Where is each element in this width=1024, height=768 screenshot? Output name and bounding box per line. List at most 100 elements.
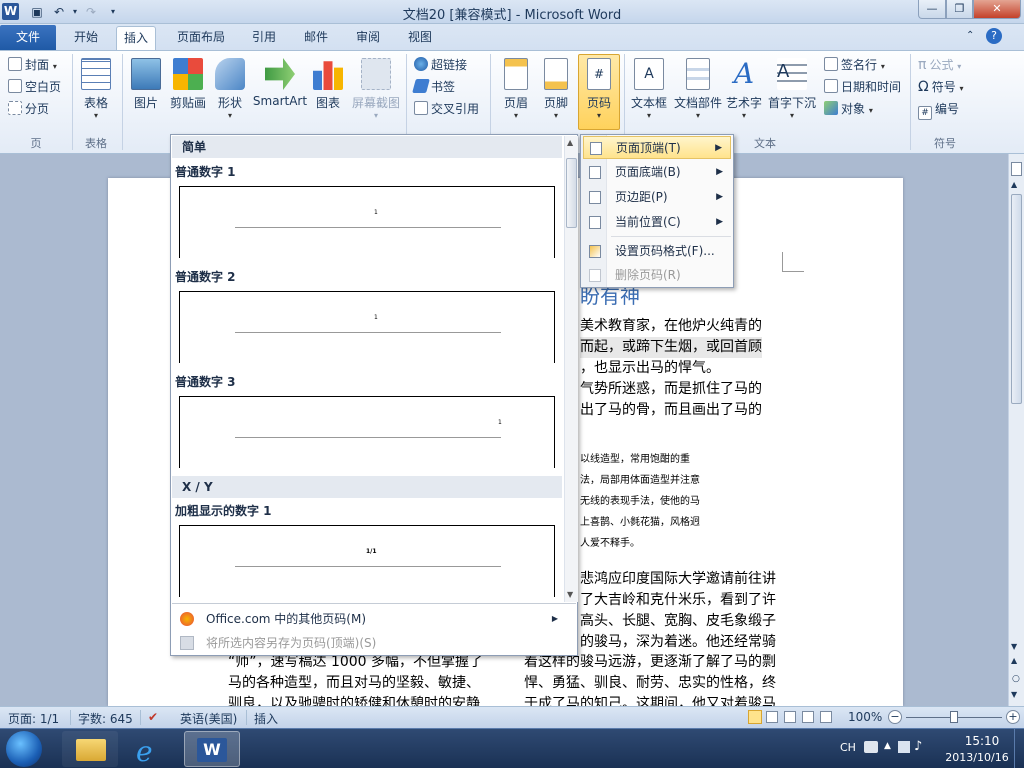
scroll-thumb[interactable] — [1011, 194, 1022, 404]
gallery-item-bold-number-1[interactable]: 1/1 — [179, 525, 555, 597]
menu-item-current-position[interactable]: 当前位置(C) ▶ — [583, 211, 731, 234]
header-button[interactable]: 页眉 ▾ — [498, 58, 534, 120]
page-number-sample: 1/1 — [366, 548, 377, 555]
page-number-button[interactable]: # 页码 ▾ — [578, 54, 620, 130]
object-button[interactable]: 对象 ▾ — [824, 99, 873, 119]
tab-view[interactable]: 视图 — [400, 26, 440, 50]
gallery-scroll-up[interactable]: ▲ — [567, 138, 573, 147]
clock-date[interactable]: 2013/10/16 — [940, 751, 1014, 764]
gallery-item-plain-number-3[interactable]: 1 — [179, 396, 555, 468]
hyperlink-button[interactable]: 超链接 — [414, 55, 467, 75]
page-number-gallery[interactable]: 简单 普通数字 1 1 普通数字 2 1 普通数字 3 1 X / Y 加粗显示… — [170, 134, 578, 656]
full-screen-view-icon[interactable] — [766, 711, 778, 723]
wordart-button[interactable]: A 艺术字 ▾ — [724, 58, 764, 121]
symbol-button[interactable]: Ω 符号 ▾ — [918, 77, 964, 97]
proofing-icon[interactable]: ✔ — [148, 710, 158, 724]
gallery-item-plain-number-2[interactable]: 1 — [179, 291, 555, 363]
cover-page-icon — [8, 57, 22, 71]
web-layout-view-icon[interactable] — [784, 711, 796, 723]
volume-icon[interactable]: ♪ — [914, 739, 922, 754]
draft-view-icon[interactable] — [820, 711, 832, 723]
menu-item-bottom-of-page[interactable]: 页面底端(B) ▶ — [583, 161, 731, 184]
network-icon[interactable] — [898, 741, 910, 753]
language-indicator[interactable]: 英语(美国) — [180, 710, 237, 727]
status-divider — [70, 710, 71, 725]
tab-page-layout[interactable]: 页面布局 — [170, 26, 232, 50]
tab-references[interactable]: 引用 — [244, 26, 284, 50]
minimize-button[interactable]: — — [918, 0, 946, 19]
gallery-scroll-thumb[interactable] — [566, 158, 577, 228]
close-button[interactable]: ✕ — [973, 0, 1021, 19]
numbering-button[interactable]: # 编号 — [918, 99, 959, 120]
word-count[interactable]: 字数: 645 — [78, 710, 133, 727]
drop-cap-button[interactable]: A 首字下沉 ▾ — [766, 58, 818, 120]
hyperlink-label: 超链接 — [431, 58, 468, 72]
next-page-icon[interactable]: ▼ — [1011, 690, 1017, 699]
quick-parts-button[interactable]: 文档部件 ▾ — [672, 58, 724, 120]
blank-page-button[interactable]: 空白页 — [8, 77, 61, 97]
date-time-button[interactable]: 日期和时间 — [824, 77, 901, 97]
text-box-button[interactable]: A 文本框 ▾ — [628, 58, 670, 120]
menu-item-top-of-page[interactable]: 页面顶端(T) ▶ — [583, 136, 731, 159]
signature-line-label: 签名行 — [841, 58, 878, 72]
body-line: ，也显示出马的悍气。 — [580, 360, 720, 376]
signature-line-button[interactable]: 签名行 ▾ — [824, 55, 885, 75]
internet-explorer-taskbar-icon[interactable]: e — [122, 731, 178, 768]
omega-icon: Ω — [918, 79, 929, 95]
print-layout-view-icon[interactable] — [748, 710, 762, 724]
tab-review[interactable]: 审阅 — [348, 26, 388, 50]
chart-button[interactable]: 图表 — [312, 58, 344, 111]
file-tab[interactable]: 文件 — [0, 25, 56, 50]
bookmark-button[interactable]: 书签 — [412, 77, 455, 97]
zoom-level[interactable]: 100% — [848, 710, 882, 724]
smartart-button[interactable]: SmartArt — [252, 58, 308, 108]
bookmark-icon — [412, 79, 430, 93]
shapes-button[interactable]: 形状 ▾ — [212, 58, 248, 120]
scroll-up-arrow[interactable]: ▲ — [1011, 180, 1017, 189]
picture-button[interactable]: 图片 — [128, 58, 164, 111]
more-page-numbers-office-com[interactable]: Office.com 中的其他页码(M) ▶ — [172, 607, 564, 631]
word-taskbar-icon[interactable]: W — [184, 731, 240, 767]
action-center-icon[interactable] — [864, 741, 878, 753]
scroll-down-arrow[interactable]: ▼ — [1011, 642, 1017, 651]
browse-object-icon[interactable]: ○ — [1012, 674, 1020, 684]
format-page-numbers-icon — [589, 245, 601, 258]
input-method-indicator[interactable]: CH — [840, 741, 856, 754]
cover-page-button[interactable]: 封面 ▾ — [8, 55, 57, 75]
outline-view-icon[interactable] — [802, 711, 814, 723]
minimize-ribbon-icon[interactable]: ⌃ — [966, 30, 974, 41]
page-break-button[interactable]: 分页 — [8, 99, 49, 119]
tab-home[interactable]: 开始 — [64, 26, 108, 50]
body-line: 美术教育家，在他炉火纯青的 — [580, 318, 762, 334]
zoom-out-button[interactable]: − — [888, 710, 902, 724]
tray-arrow-icon[interactable]: ▲ — [884, 741, 891, 751]
table-button[interactable]: 表格 ▾ — [76, 58, 116, 120]
previous-page-icon[interactable]: ▲ — [1011, 656, 1017, 665]
page-count[interactable]: 页面: 1/1 — [8, 710, 59, 727]
clip-art-button[interactable]: 剪贴画 — [166, 58, 210, 111]
insert-mode-indicator[interactable]: 插入 — [254, 710, 278, 727]
body-line: 马的各种造型，而且对马的坚毅、敏捷、 — [228, 675, 480, 691]
tab-insert[interactable]: 插入 — [116, 26, 156, 50]
clock-time[interactable]: 15:10 — [950, 734, 1014, 748]
equation-button[interactable]: π 公式 ▾ — [918, 55, 961, 75]
help-icon[interactable]: ? — [986, 28, 1002, 44]
tab-mailings[interactable]: 邮件 — [296, 26, 336, 50]
gallery-item-label: 普通数字 2 — [175, 270, 236, 284]
menu-item-page-margins[interactable]: 页边距(P) ▶ — [583, 186, 731, 209]
show-desktop-button[interactable] — [1014, 729, 1024, 768]
menu-item-format-page-numbers[interactable]: 设置页码格式(F)... — [583, 240, 731, 263]
restore-button[interactable]: ❐ — [946, 0, 973, 19]
start-button[interactable] — [6, 731, 42, 767]
footer-button[interactable]: 页脚 ▾ — [538, 58, 574, 120]
gallery-item-plain-number-1[interactable]: 1 — [179, 186, 555, 258]
cross-reference-button[interactable]: 交叉引用 — [414, 99, 479, 119]
ruler-toggle-icon[interactable] — [1011, 162, 1022, 176]
gallery-scroll-down[interactable]: ▼ — [567, 590, 573, 599]
explorer-taskbar-icon[interactable] — [62, 731, 118, 767]
submenu-arrow-icon: ▶ — [716, 217, 723, 227]
vertical-scrollbar[interactable]: ▲ ▼ ▲ ○ ▼ — [1008, 154, 1024, 706]
zoom-in-button[interactable]: + — [1006, 710, 1020, 724]
gallery-scrollbar[interactable]: ▲ ▼ — [564, 136, 578, 602]
zoom-slider-thumb[interactable] — [950, 711, 958, 723]
